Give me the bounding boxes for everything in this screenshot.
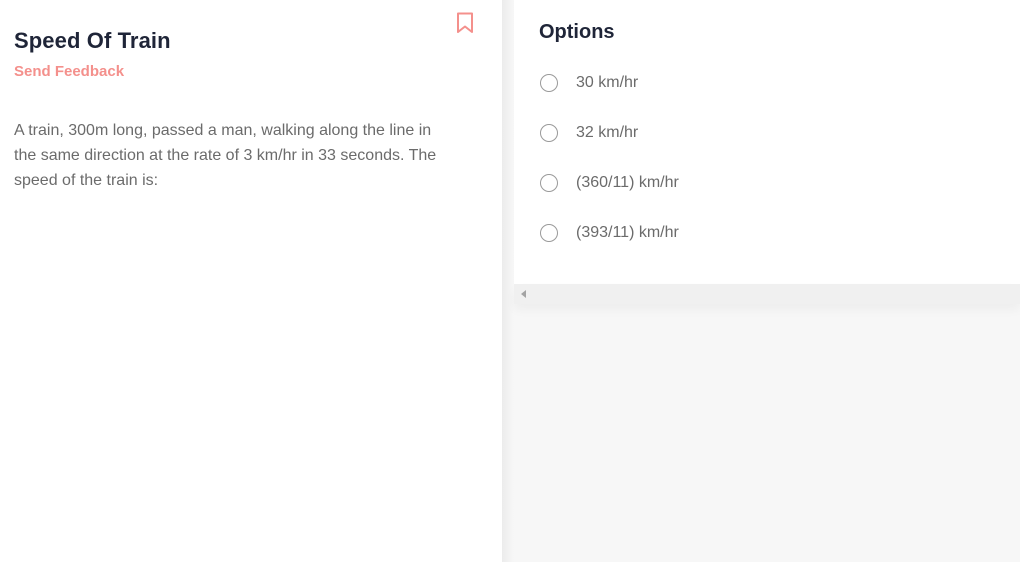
- radio-button[interactable]: [540, 174, 558, 192]
- options-panel: Options 30 km/hr 32 km/hr (360/11) km/hr…: [514, 0, 1020, 284]
- bookmark-icon[interactable]: [456, 12, 474, 34]
- option-label: 30 km/hr: [576, 74, 639, 91]
- horizontal-scrollbar[interactable]: [514, 284, 1020, 304]
- question-panel: Speed Of Train Send Feedback A train, 30…: [0, 0, 502, 562]
- question-text: A train, 300m long, passed a man, walkin…: [14, 122, 437, 189]
- option-2[interactable]: 32 km/hr: [540, 121, 638, 145]
- panel-divider[interactable]: [502, 0, 514, 562]
- options-title: Options: [539, 21, 615, 43]
- option-3[interactable]: (360/11) km/hr: [540, 171, 679, 195]
- option-1[interactable]: 30 km/hr: [540, 71, 638, 95]
- question-title: Speed Of Train: [14, 28, 171, 53]
- radio-button[interactable]: [540, 74, 558, 92]
- app-root: Speed Of Train Send Feedback A train, 30…: [0, 0, 1020, 562]
- option-label: 32 km/hr: [576, 124, 639, 141]
- scroll-left-arrow-icon[interactable]: [521, 290, 526, 298]
- send-feedback-link[interactable]: Send Feedback: [14, 63, 124, 80]
- radio-button[interactable]: [540, 124, 558, 142]
- option-4[interactable]: (393/11) km/hr: [540, 221, 679, 245]
- option-label: (360/11) km/hr: [576, 174, 679, 191]
- option-label: (393/11) km/hr: [576, 224, 679, 241]
- radio-button[interactable]: [540, 224, 558, 242]
